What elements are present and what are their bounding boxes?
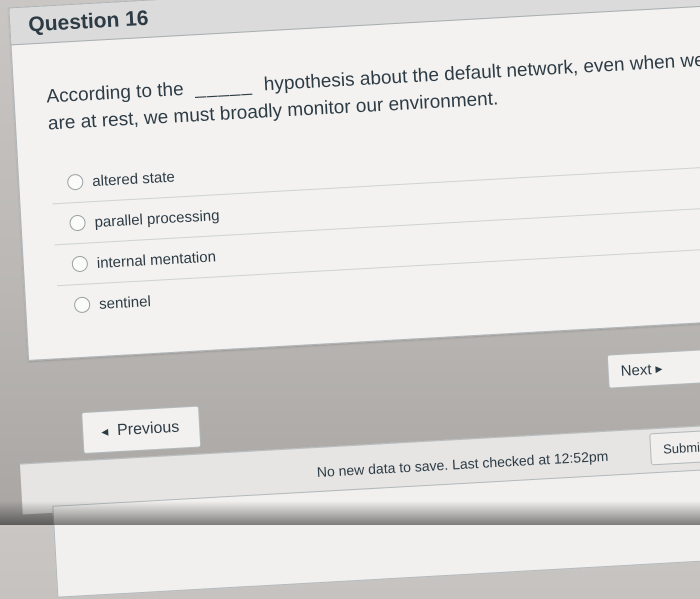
triangle-left-icon: ◀	[100, 426, 109, 437]
question-title: Question 16	[27, 6, 150, 37]
triangle-right-icon: ▶	[655, 363, 663, 374]
answer-label: parallel processing	[94, 206, 220, 231]
question-text-before: According to the	[45, 78, 185, 108]
answer-label: altered state	[91, 168, 176, 190]
question-text: According to the _____ hypothesis about …	[46, 46, 700, 138]
autosave-status: No new data to save. Last checked at 12:…	[316, 447, 609, 481]
previous-button[interactable]: ◀ Previous	[81, 405, 202, 455]
submit-button-label: Submi	[662, 439, 700, 457]
next-button-label: Next	[620, 360, 652, 380]
radio-unselected-icon[interactable]	[66, 173, 84, 191]
answer-list: altered state parallel processing intern…	[50, 125, 700, 327]
next-button[interactable]: Next ▶	[606, 348, 700, 389]
radio-unselected-icon[interactable]	[71, 255, 89, 273]
question-body: According to the _____ hypothesis about …	[12, 4, 700, 328]
question-blank: _____	[194, 75, 254, 100]
previous-button-label: Previous	[116, 418, 180, 440]
quiz-page: Question 16 According to the _____ hypot…	[0, 0, 700, 598]
radio-unselected-icon[interactable]	[73, 296, 91, 314]
radio-unselected-icon[interactable]	[69, 214, 87, 232]
question-card: Question 16 According to the _____ hypot…	[8, 0, 700, 361]
answer-label: sentinel	[98, 292, 152, 313]
submit-quiz-button[interactable]: Submi	[649, 427, 700, 466]
screen-edge-shadow	[0, 501, 700, 525]
answer-label: internal mentation	[96, 247, 217, 272]
